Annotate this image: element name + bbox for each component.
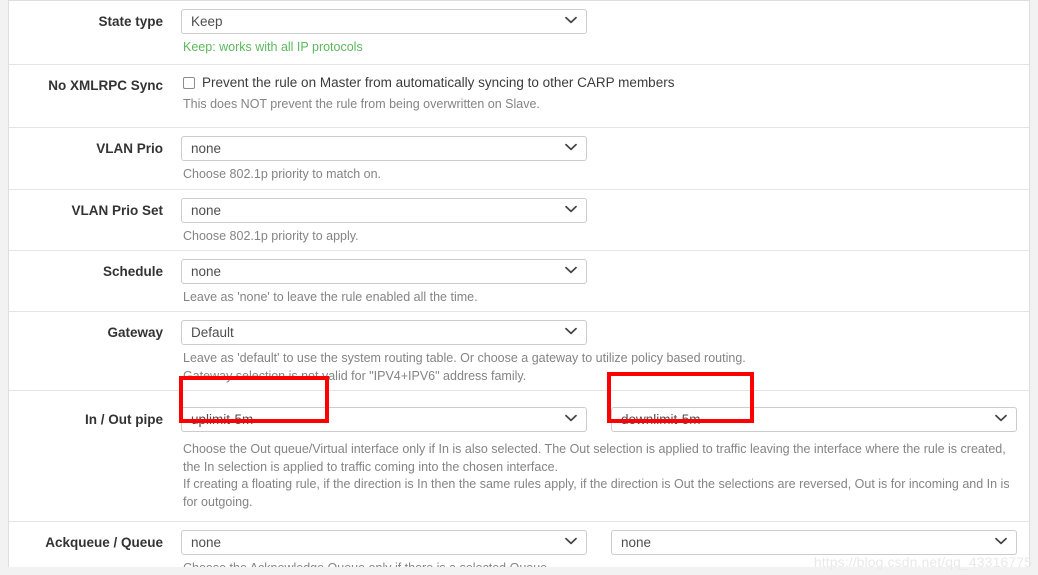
chevron-down-icon [565,408,577,431]
chevron-down-icon [565,531,577,554]
label-ackqueue-queue: Ackqueue / Queue [45,535,163,550]
schedule-select[interactable]: none [181,259,587,284]
control-state-type: Keep Keep: works with all IP protocols [175,1,1029,65]
no-xmlrpc-sync-checkbox-label: Prevent the rule on Master from automati… [202,75,675,90]
chevron-down-icon [565,260,577,283]
control-vlan-prio-set: none Choose 802.1p priority to apply. [175,190,1029,254]
gateway-select-value: Default [191,325,234,340]
vlan-prio-set-select[interactable]: none [181,198,587,223]
state-type-select-value: Keep [191,14,223,29]
control-schedule: none Leave as 'none' to leave the rule e… [175,251,1029,315]
help-vlan-prio-set: Choose 802.1p priority to apply. [183,229,359,243]
label-vlan-prio-set: VLAN Prio Set [71,203,163,218]
in-pipe-select-value: uplimit-5m [191,412,254,427]
help-state-type: Keep: works with all IP protocols [183,40,363,54]
state-type-select[interactable]: Keep [181,9,587,34]
queue-select-value: none [621,535,652,550]
chevron-down-icon [565,10,577,33]
control-vlan-prio: none Choose 802.1p priority to match on. [175,128,1029,192]
label-in-out-pipe: In / Out pipe [85,412,163,427]
label-no-xmlrpc-sync: No XMLRPC Sync [48,78,163,93]
in-pipe-select[interactable]: uplimit-5m [181,407,587,432]
form-row-gateway: Gateway Default Leave as 'default' to us… [9,312,1029,391]
form-row-in-out-pipe: In / Out pipe uplimit-5m downlimit-5m Ch… [9,391,1029,522]
chevron-down-icon [565,199,577,222]
chevron-down-icon [565,321,577,344]
help-schedule: Leave as 'none' to leave the rule enable… [183,290,478,304]
chevron-down-icon [995,531,1007,554]
help-in-out-pipe-line2: the In selection is applied to traffic c… [183,459,558,474]
form-row-no-xmlrpc-sync: No XMLRPC Sync Prevent the rule on Maste… [9,65,1029,128]
ackqueue-queue-selects: none none [181,530,1029,555]
control-gateway: Default Leave as 'default' to use the sy… [175,312,1029,393]
help-in-out-pipe-line3: If creating a floating rule, if the dire… [183,477,1010,491]
label-vlan-prio: VLAN Prio [96,141,163,156]
control-no-xmlrpc-sync: Prevent the rule on Master from automati… [175,65,1029,122]
help-gateway-line1: Leave as 'default' to use the system rou… [183,351,746,365]
label-state-type: State type [98,14,163,29]
out-pipe-select-value: downlimit-5m [621,412,701,427]
help-in-out-pipe-line4: for outgoing. [183,494,253,509]
form-row-vlan-prio-set: VLAN Prio Set none Choose 802.1p priorit… [9,190,1029,251]
vlan-prio-select[interactable]: none [181,136,587,161]
queue-select[interactable]: none [611,530,1017,555]
help-no-xmlrpc-sync: This does NOT prevent the rule from bein… [183,97,540,111]
form-row-state-type: State type Keep Keep: works with all IP … [9,1,1029,65]
advanced-options-form: State type Keep Keep: works with all IP … [8,0,1030,567]
vlan-prio-set-select-value: none [191,203,222,218]
form-row-schedule: Schedule none Leave as 'none' to leave t… [9,251,1029,312]
form-row-vlan-prio: VLAN Prio none Choose 802.1p priority to… [9,128,1029,190]
ackqueue-select[interactable]: none [181,530,587,555]
help-in-out-pipe-line1: Choose the Out queue/Virtual interface o… [183,442,1006,456]
label-gateway: Gateway [107,325,163,340]
ackqueue-select-value: none [191,535,222,550]
help-gateway-line2: Gateway selection is not valid for "IPV4… [183,368,527,383]
control-in-out-pipe: uplimit-5m downlimit-5m Choose the Out q… [175,391,1029,519]
no-xmlrpc-sync-checkbox[interactable] [183,77,195,89]
chevron-down-icon [565,137,577,160]
vlan-prio-select-value: none [191,141,222,156]
label-schedule: Schedule [102,264,163,279]
in-out-pipe-selects: uplimit-5m downlimit-5m [181,407,1029,432]
help-vlan-prio: Choose 802.1p priority to match on. [183,167,382,181]
no-xmlrpc-sync-checkbox-row[interactable]: Prevent the rule on Master from automati… [181,73,1029,91]
gateway-select[interactable]: Default [181,320,587,345]
chevron-down-icon [995,408,1007,431]
out-pipe-select[interactable]: downlimit-5m [611,407,1017,432]
watermark: https://blog.csdn.net/qq_43316775 [813,554,1032,570]
schedule-select-value: none [191,264,222,279]
